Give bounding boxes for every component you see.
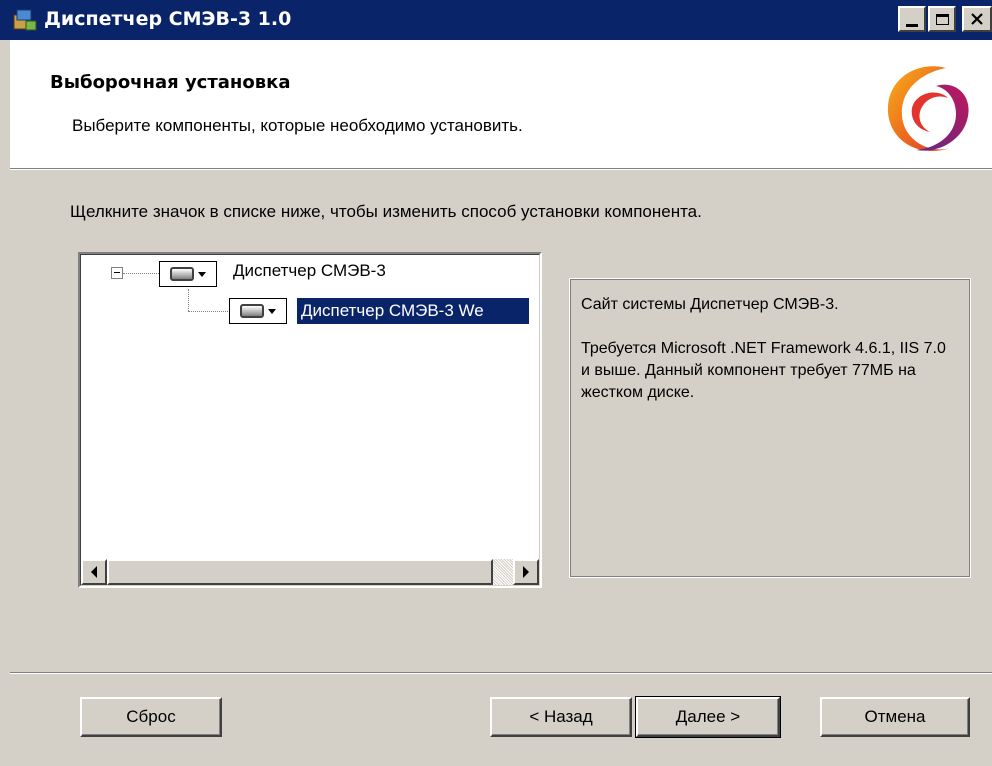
- window-frame: [0, 40, 10, 766]
- tree-item-web-selected[interactable]: Диспетчер СМЭВ-3 We: [297, 298, 529, 324]
- close-button[interactable]: [962, 6, 992, 32]
- scroll-thumb[interactable]: [107, 559, 493, 585]
- component-install-dropdown[interactable]: [229, 298, 287, 324]
- maximize-icon: [935, 13, 949, 25]
- chevron-down-icon: [268, 308, 276, 314]
- scroll-left-button[interactable]: [81, 559, 107, 585]
- component-tree[interactable]: Диспетчер СМЭВ-3 Диспетчер СМЭВ-3 We: [78, 252, 542, 588]
- component-description: Сайт системы Диспетчер СМЭВ-3. Требуется…: [569, 278, 971, 578]
- maximize-button[interactable]: [928, 6, 956, 32]
- collapse-icon[interactable]: [111, 267, 123, 279]
- hard-disk-icon: [170, 267, 194, 281]
- description-site: Сайт системы Диспетчер СМЭВ-3.: [581, 296, 839, 313]
- installer-icon: [13, 9, 37, 31]
- tree-item-dispatcher[interactable]: Диспетчер СМЭВ-3: [233, 261, 386, 281]
- tree-connector: [123, 273, 159, 274]
- next-button[interactable]: Далее >: [635, 696, 781, 738]
- wizard-header: Выборочная установка Выберите компоненты…: [10, 40, 992, 169]
- description-requirements: Требуется Microsoft .NET Framework 4.6.1…: [581, 340, 946, 401]
- cancel-button[interactable]: Отмена: [820, 697, 970, 737]
- arrow-right-icon: [523, 566, 529, 578]
- tree-connector: [188, 311, 230, 312]
- tree-connector: [188, 289, 189, 311]
- reset-button[interactable]: Сброс: [80, 697, 222, 737]
- arrow-left-icon: [91, 566, 97, 578]
- minimize-button[interactable]: [898, 6, 926, 32]
- hard-disk-icon: [240, 304, 264, 318]
- title-bar[interactable]: Диспетчер СМЭВ-3 1.0: [0, 0, 992, 40]
- chevron-down-icon: [198, 271, 206, 277]
- header-divider: [10, 169, 992, 170]
- page-subtitle: Выберите компоненты, которые необходимо …: [72, 116, 523, 135]
- page-title: Выборочная установка: [50, 72, 291, 93]
- instruction-text: Щелкните значок в списке ниже, чтобы изм…: [70, 202, 702, 221]
- smev-logo: [887, 66, 969, 151]
- back-button[interactable]: < Назад: [490, 697, 632, 737]
- horizontal-scrollbar[interactable]: [81, 559, 539, 585]
- minimize-icon: [906, 23, 918, 27]
- window-title: Диспетчер СМЭВ-3 1.0: [44, 8, 292, 30]
- close-icon: [971, 13, 983, 25]
- scroll-right-button[interactable]: [513, 559, 539, 585]
- component-install-dropdown[interactable]: [159, 261, 217, 287]
